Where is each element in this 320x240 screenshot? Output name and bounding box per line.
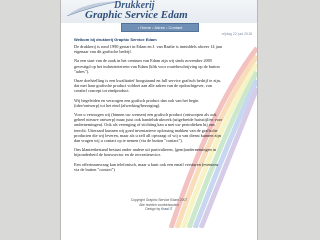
welcome-heading: Welkom bij drukkerij Graphic Service Eda… bbox=[74, 37, 157, 42]
content-paragraph: Voor u verzorgen wij (binnen uw wensen) … bbox=[74, 112, 223, 144]
content-paragraph: De drukkerij is rond 1990 gestart in Eda… bbox=[74, 44, 223, 55]
design-credit-prefix: Design by bbox=[145, 207, 161, 211]
content-paragraph: Wij begeleiden en verzorgen een grafisch… bbox=[74, 97, 199, 108]
content-paragraph: Een offerteaanvraag kan telefonisch, maa… bbox=[74, 161, 219, 172]
content-paragraph: Na een start van de zaak in het centrum … bbox=[74, 58, 220, 74]
current-date: vrijdag 22 juni 2018 bbox=[221, 32, 252, 36]
footer: Copyright Graphic Service Edam 2007 Alle… bbox=[61, 198, 257, 212]
logo-title-company: Graphic Service Edam bbox=[85, 9, 188, 21]
content-paragraph: Ons klantenbestand bestaat onder andere … bbox=[74, 147, 217, 158]
design-credit: Design by Kraai IT bbox=[61, 207, 257, 212]
design-credit-link[interactable]: Kraai IT bbox=[161, 207, 173, 211]
main-content: Welkom bij drukkerij Graphic Service Eda… bbox=[74, 37, 224, 197]
content-paragraph: Onze doelstelling is een kwalitatief hoo… bbox=[74, 78, 221, 94]
header: Drukkerij Graphic Service Edam bbox=[61, 0, 257, 23]
page-frame: Drukkerij Graphic Service Edam • Home • … bbox=[60, 0, 258, 240]
